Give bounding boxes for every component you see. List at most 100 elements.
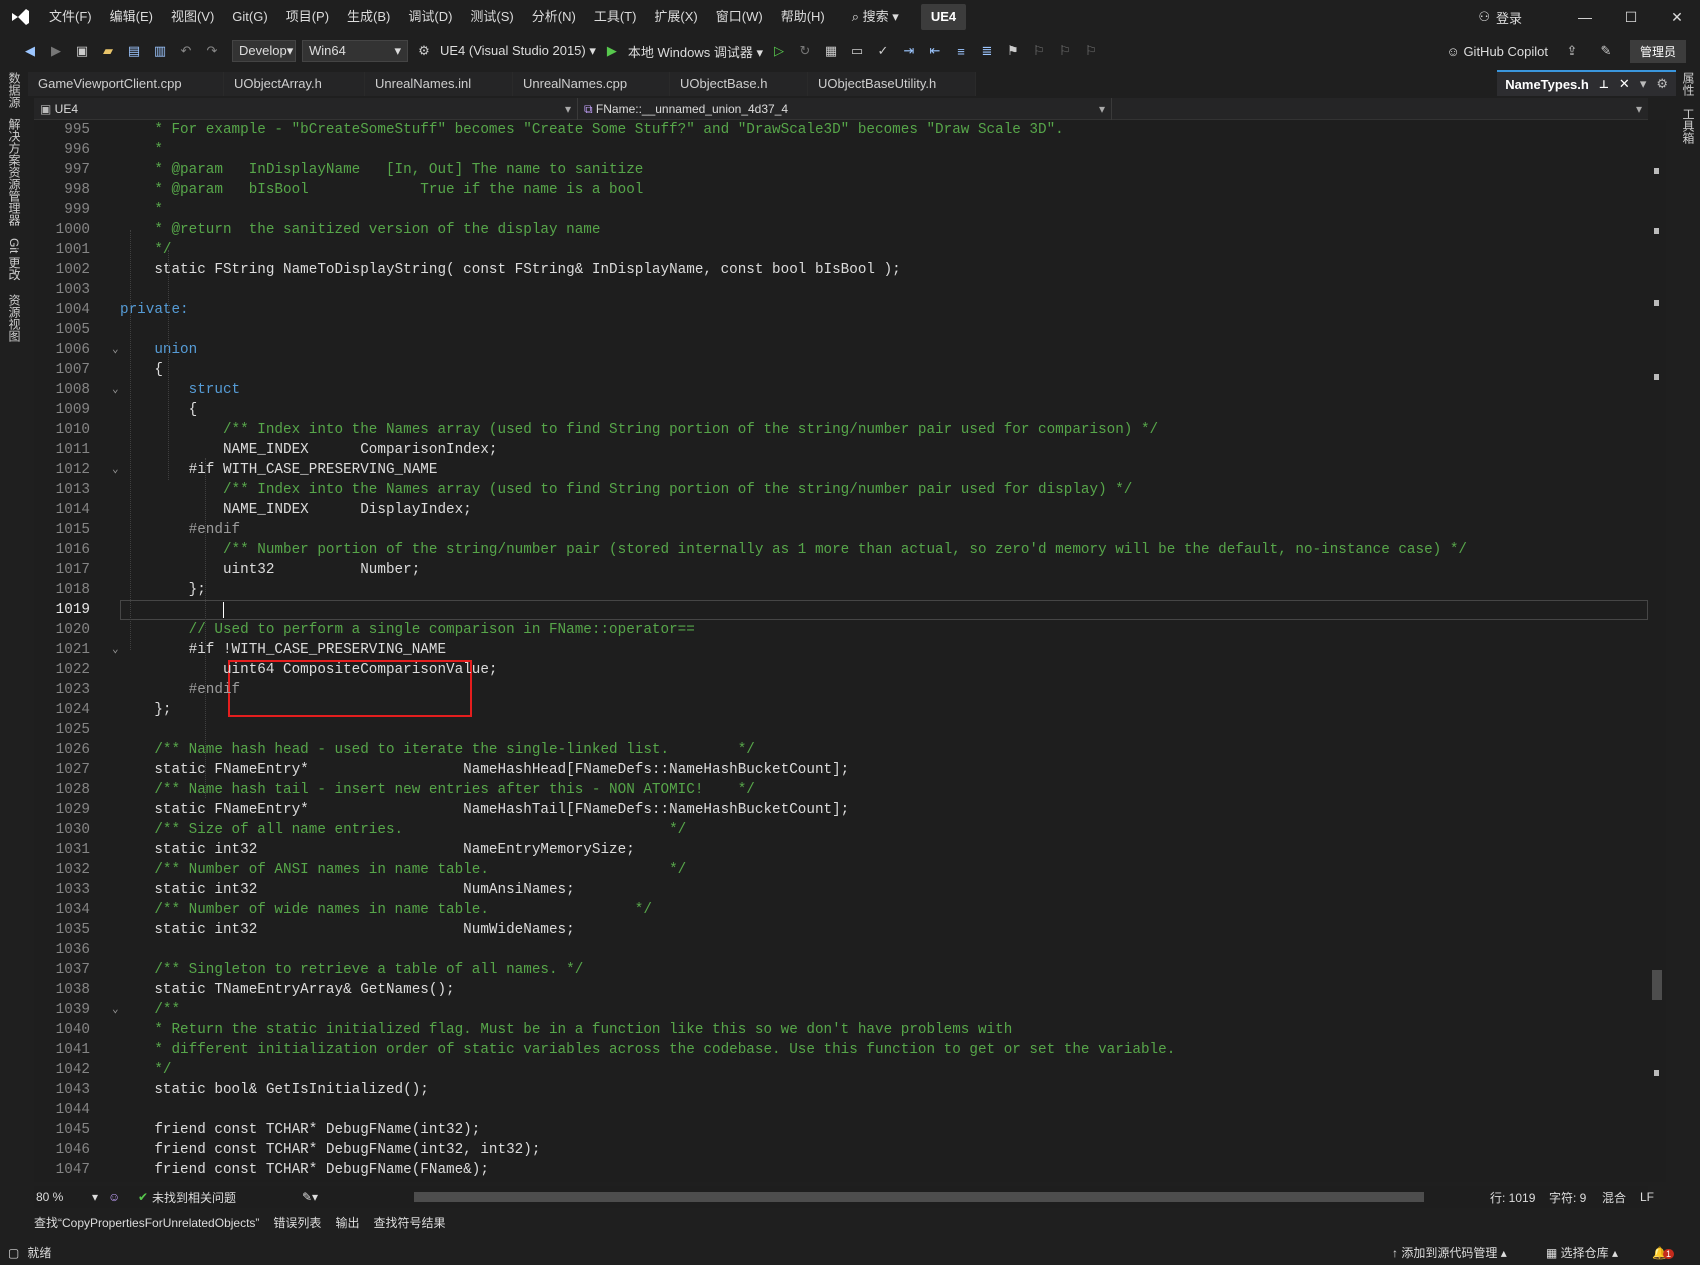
menu-help[interactable]: 帮助(H): [772, 0, 834, 34]
save-icon[interactable]: ▤: [124, 41, 144, 61]
code-line[interactable]: 1001 */: [34, 240, 1648, 260]
code-line[interactable]: 1037 /** Singleton to retrieve a table o…: [34, 960, 1648, 980]
code-line[interactable]: 1003: [34, 280, 1648, 300]
code-line[interactable]: 1024 };: [34, 700, 1648, 720]
menu-debug[interactable]: 调试(D): [399, 0, 461, 34]
code-line[interactable]: 1012 ⌄ #if WITH_CASE_PRESERVING_NAME: [34, 460, 1648, 480]
code-line[interactable]: 1000 * @return the sanitized version of …: [34, 220, 1648, 240]
uncomment-icon[interactable]: ≣: [977, 41, 997, 61]
platform-select[interactable]: Win64 ▾: [302, 40, 408, 62]
code-line[interactable]: 1032 /** Number of ANSI names in name ta…: [34, 860, 1648, 880]
tab-overflow-icon[interactable]: ▾: [1640, 76, 1647, 92]
chevron-down-icon[interactable]: ▾: [92, 1190, 108, 1204]
code-line[interactable]: 1016 /** Number portion of the string/nu…: [34, 540, 1648, 560]
start-debugging-icon[interactable]: ▶: [602, 41, 622, 61]
search-box[interactable]: ⌕ 搜索 ▾: [844, 0, 907, 34]
add-to-source-control-button[interactable]: ↑ 添加到源代码管理 ▴: [1392, 1244, 1507, 1261]
pin-icon[interactable]: ⊥: [1599, 78, 1609, 91]
code-line[interactable]: 1041 * different initialization order of…: [34, 1040, 1648, 1060]
tab-uobjectarray[interactable]: UObjectArray.h: [224, 72, 365, 96]
menu-window[interactable]: 窗口(W): [707, 0, 772, 34]
panel-tab-find-results[interactable]: 查找“CopyPropertiesForUnrelatedObjects”: [34, 1214, 259, 1231]
vertical-scrollbar[interactable]: [1648, 120, 1666, 1182]
minimize-button[interactable]: —: [1562, 0, 1608, 34]
side-tab-resource-view[interactable]: 资源视图: [6, 294, 23, 342]
clear-bookmarks-icon[interactable]: ⚐: [1081, 41, 1101, 61]
member-dropdown[interactable]: ▾: [1112, 98, 1648, 120]
code-line[interactable]: 1007 {: [34, 360, 1648, 380]
tab-unrealnames-cpp[interactable]: UnrealNames.cpp: [513, 72, 670, 96]
code-line[interactable]: 998 * @param bIsBool True if the name is…: [34, 180, 1648, 200]
new-project-icon[interactable]: ▣: [72, 41, 92, 61]
tab-uobjectbaseutility[interactable]: UObjectBaseUtility.h: [808, 72, 976, 96]
side-tab-git-changes[interactable]: Git 更改: [6, 238, 23, 281]
indent-icon[interactable]: ⇥: [899, 41, 919, 61]
menu-view[interactable]: 视图(V): [162, 0, 223, 34]
code-line[interactable]: 1043 static bool& GetIsInitialized();: [34, 1080, 1648, 1100]
redo-icon[interactable]: ↷: [202, 41, 222, 61]
code-line[interactable]: 1022 uint64 CompositeComparisonValue;: [34, 660, 1648, 680]
code-line[interactable]: 1047 friend const TCHAR* DebugFName(FNam…: [34, 1160, 1648, 1180]
code-line[interactable]: 1013 /** Index into the Names array (use…: [34, 480, 1648, 500]
open-folder-icon[interactable]: ▰: [98, 41, 118, 61]
panel-tab-find-symbol-results[interactable]: 查找符号结果: [373, 1214, 445, 1231]
code-line[interactable]: 1026 /** Name hash head - used to iterat…: [34, 740, 1648, 760]
scope-dropdown[interactable]: ⧉ FName::__unnamed_union_4d37_4 ▾: [578, 97, 1112, 120]
configuration-select[interactable]: Develop ▾: [232, 40, 296, 62]
code-line[interactable]: 997 * @param InDisplayName [In, Out] The…: [34, 160, 1648, 180]
code-line[interactable]: 1009 {: [34, 400, 1648, 420]
code-line[interactable]: 1030 /** Size of all name entries. */: [34, 820, 1648, 840]
menu-build[interactable]: 生成(B): [338, 0, 399, 34]
code-line[interactable]: 1008 ⌄ struct: [34, 380, 1648, 400]
code-line[interactable]: 1021 ⌄ #if !WITH_CASE_PRESERVING_NAME: [34, 640, 1648, 660]
code-line[interactable]: 999 *: [34, 200, 1648, 220]
menu-analyze[interactable]: 分析(N): [523, 0, 585, 34]
side-tab-toolbox[interactable]: 工具箱: [1680, 108, 1697, 144]
panel-tab-output[interactable]: 输出: [335, 1214, 359, 1231]
menu-file[interactable]: 文件(F): [40, 0, 101, 34]
start-without-debugging-icon[interactable]: ▷: [769, 41, 789, 61]
fold-toggle-icon[interactable]: ⌄: [112, 460, 119, 480]
code-line[interactable]: 1027 static FNameEntry* NameHashHead[FNa…: [34, 760, 1648, 780]
side-tab-data-sources[interactable]: 数据源: [6, 72, 23, 108]
code-line[interactable]: 995 * For example - "bCreateSomeStuff" b…: [34, 120, 1648, 140]
close-button[interactable]: ✕: [1654, 0, 1700, 34]
browser-link-icon[interactable]: ▦: [821, 41, 841, 61]
forward-icon[interactable]: ▶: [46, 41, 66, 61]
code-line[interactable]: 1033 static int32 NumAnsiNames;: [34, 880, 1648, 900]
fold-toggle-icon[interactable]: ⌄: [112, 340, 119, 360]
code-line[interactable]: 1011 NAME_INDEX ComparisonIndex;: [34, 440, 1648, 460]
select-repository-button[interactable]: ▦ 选择仓库 ▴: [1546, 1244, 1618, 1261]
zoom-select[interactable]: 80 %: [34, 1190, 92, 1204]
code-line[interactable]: 1036: [34, 940, 1648, 960]
spell-check-icon[interactable]: ✓: [873, 41, 893, 61]
code-line[interactable]: 1025: [34, 720, 1648, 740]
save-all-icon[interactable]: ▥: [150, 41, 170, 61]
startup-project-select[interactable]: UE4 (Visual Studio 2015) ▾: [440, 43, 596, 59]
maximize-button[interactable]: ☐: [1608, 0, 1654, 34]
menu-git[interactable]: Git(G): [223, 0, 276, 34]
project-dropdown[interactable]: ▣ UE4 ▾: [34, 97, 578, 120]
cleanup-icon[interactable]: ✎▾: [302, 1190, 342, 1204]
outdent-icon[interactable]: ⇤: [925, 41, 945, 61]
code-line[interactable]: 1044: [34, 1100, 1648, 1120]
code-line[interactable]: 1018 };: [34, 580, 1648, 600]
prev-bookmark-icon[interactable]: ⚐: [1029, 41, 1049, 61]
code-line[interactable]: 996 *: [34, 140, 1648, 160]
close-icon[interactable]: ✕: [1619, 76, 1630, 92]
code-line[interactable]: 1034 /** Number of wide names in name ta…: [34, 900, 1648, 920]
menu-edit[interactable]: 编辑(E): [101, 0, 162, 34]
tab-gameviewportclient[interactable]: GameViewportClient.cpp: [28, 72, 224, 96]
debugger-select[interactable]: 本地 Windows 调试器 ▾: [628, 42, 763, 61]
undo-icon[interactable]: ↶: [176, 41, 196, 61]
layout-icon[interactable]: ▭: [847, 41, 867, 61]
whitespace-status[interactable]: 混合: [1602, 1189, 1626, 1206]
code-line[interactable]: 1039 ⌄ /**: [34, 1000, 1648, 1020]
code-line[interactable]: 1029 static FNameEntry* NameHashTail[FNa…: [34, 800, 1648, 820]
code-line[interactable]: 1046 friend const TCHAR* DebugFName(int3…: [34, 1140, 1648, 1160]
login-button[interactable]: ⚇ 登录: [1478, 8, 1522, 27]
gear-icon[interactable]: ⚙: [1656, 76, 1668, 92]
comment-icon[interactable]: ≡: [951, 41, 971, 61]
code-editor[interactable]: 995 * For example - "bCreateSomeStuff" b…: [34, 120, 1648, 1182]
scrollbar-thumb[interactable]: [1652, 970, 1662, 1000]
